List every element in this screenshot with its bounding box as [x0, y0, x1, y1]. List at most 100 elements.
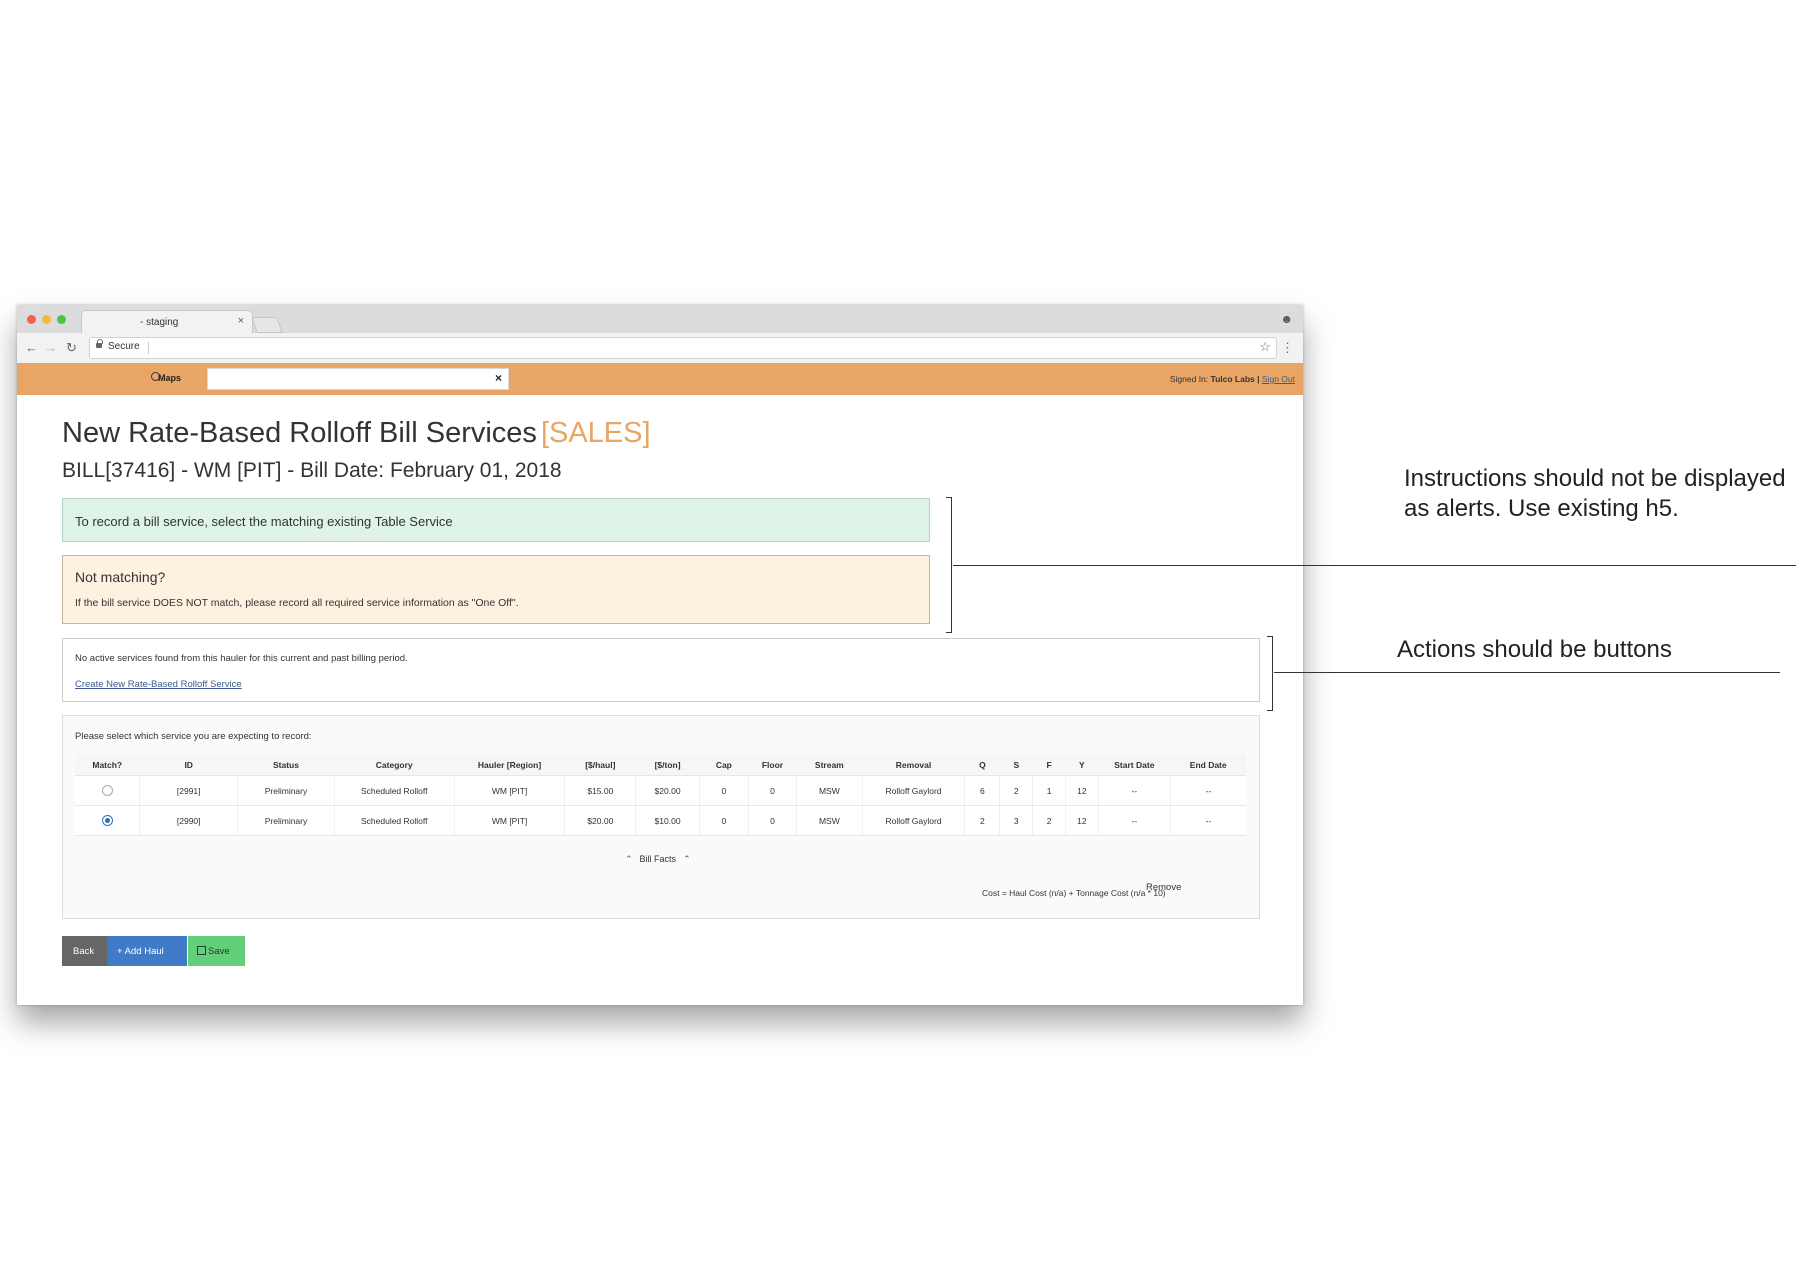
tab-title: - staging — [140, 317, 179, 328]
table-header-row: Match? ID Status Category Hauler [Region… — [75, 754, 1246, 776]
caret-up-icon: ⌃ — [683, 854, 691, 864]
create-service-link[interactable]: Create New Rate-Based Rolloff Service — [75, 679, 242, 690]
s-cell: 3 — [999, 805, 1034, 836]
browser-window: - staging × ☻ ← → ↻ Secure ☆ ⋮ Maps × Si… — [17, 305, 1303, 1005]
status-cell: Preliminary — [237, 805, 335, 836]
close-window-button[interactable] — [27, 315, 36, 324]
app-navbar: Maps × Signed In: Tulco Labs | Sign Out — [17, 363, 1303, 395]
no-active-services-message: No active services found from this haule… — [75, 653, 408, 664]
annotation-note-alerts: Instructions should not be displayed as … — [1404, 465, 1786, 522]
reload-icon[interactable]: ↻ — [66, 340, 77, 356]
minimize-window-button[interactable] — [42, 315, 51, 324]
new-tab-button[interactable] — [251, 317, 283, 333]
removal-cell: Rolloff Gaylord — [862, 805, 966, 836]
browser-tab[interactable]: - staging × — [81, 310, 253, 334]
no-active-services-panel: No active services found from this haule… — [62, 638, 1260, 702]
address-input[interactable]: Secure ☆ — [89, 337, 1277, 359]
maximize-window-button[interactable] — [57, 315, 66, 324]
save-button[interactable]: Save — [188, 936, 245, 966]
hauler-cell: WM [PIT] — [454, 775, 566, 806]
column-header: ID — [139, 754, 238, 776]
address-bar-row: ← → ↻ Secure ☆ ⋮ — [17, 333, 1303, 364]
user-name: Tulco Labs — [1210, 374, 1255, 384]
signed-in-label: Signed In: — [1169, 374, 1209, 384]
bookmark-star-icon[interactable]: ☆ — [1259, 339, 1271, 355]
floor-cell: 0 — [748, 805, 798, 836]
tab-close-icon[interactable]: × — [238, 315, 244, 327]
add-haul-button[interactable]: + Add Haul — [107, 936, 187, 966]
annotation-note-actions: Actions should be buttons — [1397, 636, 1672, 663]
column-header: Hauler [Region] — [454, 754, 565, 776]
page-title-text: New Rate-Based Rolloff Bill Services — [62, 417, 537, 449]
stream-cell: MSW — [796, 805, 863, 836]
match-cell[interactable] — [75, 775, 140, 806]
annotation-bracket-alerts — [946, 497, 952, 633]
column-header: S — [999, 754, 1033, 776]
cost-formula: Cost = Haul Cost (n/a) + Tonnage Cost (n… — [982, 888, 1166, 898]
column-header: Y — [1065, 754, 1099, 776]
annotation-line-actions — [1274, 672, 1780, 673]
maps-link[interactable]: Maps — [158, 373, 181, 383]
column-header: Q — [964, 754, 1000, 776]
bill-facts-label: Bill Facts — [639, 854, 677, 864]
f-cell: 1 — [1032, 775, 1066, 806]
id-cell: [2990] — [139, 805, 239, 836]
end-date-cell: -- — [1170, 805, 1246, 836]
cap-cell: 0 — [699, 775, 749, 806]
stream-cell: MSW — [796, 775, 863, 806]
match-radio-selected[interactable] — [101, 815, 113, 827]
user-separator: | — [1257, 374, 1260, 384]
id-cell: [2991] — [139, 775, 239, 806]
f-cell: 2 — [1032, 805, 1066, 836]
services-table: Match? ID Status Category Hauler [Region… — [75, 754, 1246, 836]
instruction-text: To record a bill service, select the mat… — [75, 514, 453, 529]
start-date-cell: -- — [1098, 805, 1171, 836]
profile-icon[interactable]: ☻ — [1280, 312, 1293, 326]
back-button-label: Back — [73, 946, 95, 957]
sign-out-link[interactable]: Sign Out — [1262, 374, 1295, 384]
column-header: F — [1032, 754, 1066, 776]
page-title: New Rate-Based Rolloff Bill Services [SAL… — [62, 417, 651, 450]
signed-in-status: Signed In: Tulco Labs | Sign Out — [1170, 374, 1295, 384]
cap-cell: 0 — [699, 805, 749, 836]
page-title-tag: [SALES] — [540, 417, 651, 449]
annotation-line-alerts — [953, 565, 1796, 566]
end-date-cell: -- — [1170, 775, 1246, 806]
hauler-cell: WM [PIT] — [454, 805, 566, 836]
y-cell: 12 — [1065, 775, 1099, 806]
clear-search-icon[interactable]: × — [495, 371, 502, 385]
back-button[interactable]: Back — [62, 936, 107, 966]
annotation-bracket-actions — [1267, 636, 1273, 711]
back-arrow-icon[interactable]: ← — [25, 340, 38, 355]
start-date-cell: -- — [1098, 775, 1171, 806]
match-cell[interactable] — [75, 805, 140, 836]
instruction-alert: To record a bill service, select the mat… — [62, 498, 930, 542]
ton-rate-cell: $10.00 — [635, 805, 700, 836]
q-cell: 2 — [964, 805, 1001, 836]
match-radio[interactable] — [101, 785, 113, 797]
table-row[interactable]: [2991] Preliminary Scheduled Rolloff WM … — [75, 775, 1246, 806]
column-header: Match? — [75, 754, 140, 776]
navbar-search-input[interactable]: × — [207, 368, 509, 390]
s-cell: 2 — [999, 775, 1034, 806]
column-header: Status — [237, 754, 335, 776]
secure-label: Secure — [108, 341, 140, 352]
column-header: Floor — [748, 754, 797, 776]
service-selection-panel: Please select which service you are expe… — [62, 715, 1260, 919]
column-header: End Date — [1170, 754, 1246, 776]
column-header: Start Date — [1098, 754, 1171, 776]
status-cell: Preliminary — [237, 775, 335, 806]
not-matching-alert: Not matching? If the bill service DOES N… — [62, 555, 930, 624]
category-cell: Scheduled Rolloff — [334, 775, 455, 806]
y-cell: 12 — [1065, 805, 1099, 836]
haul-rate-cell: $20.00 — [564, 805, 637, 836]
add-haul-label: + Add Haul — [117, 946, 164, 957]
bill-facts-toggle[interactable]: ⌃ Bill Facts ⌃ — [618, 854, 698, 865]
q-cell: 6 — [964, 775, 1001, 806]
browser-menu-icon[interactable]: ⋮ — [1281, 340, 1294, 356]
bill-subtitle: BILL[37416] - WM [PIT] - Bill Date: Febr… — [62, 459, 562, 482]
address-separator — [148, 342, 149, 354]
table-row[interactable]: [2990] Preliminary Scheduled Rolloff WM … — [75, 805, 1246, 836]
forward-arrow-icon[interactable]: → — [44, 340, 57, 355]
caret-up-icon: ⌃ — [625, 854, 633, 864]
